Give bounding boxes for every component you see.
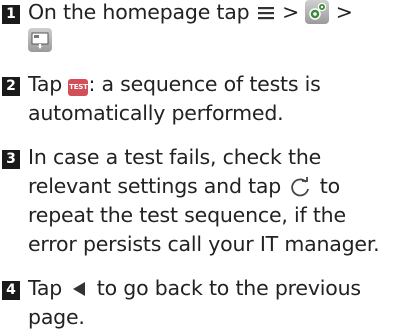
settings-icon (305, 0, 330, 24)
back-arrow-icon (71, 281, 87, 297)
test-badge-icon: TEST (68, 79, 89, 96)
step-text: In case a test fails, check the relevant… (28, 145, 380, 256)
step-text: Tap TEST: a sequence of tests is automat… (28, 72, 321, 125)
step-number: 4 (2, 281, 20, 300)
step-text: Tap to go back to the previous page. (28, 276, 361, 329)
step-number: 3 (2, 150, 20, 169)
step-text: On the homepage tap > > (28, 0, 391, 56)
test-screen-icon (28, 28, 52, 52)
step-number: 1 (2, 5, 20, 24)
refresh-icon (289, 176, 311, 198)
menu-icon (257, 6, 274, 20)
step-number: 2 (2, 77, 20, 96)
